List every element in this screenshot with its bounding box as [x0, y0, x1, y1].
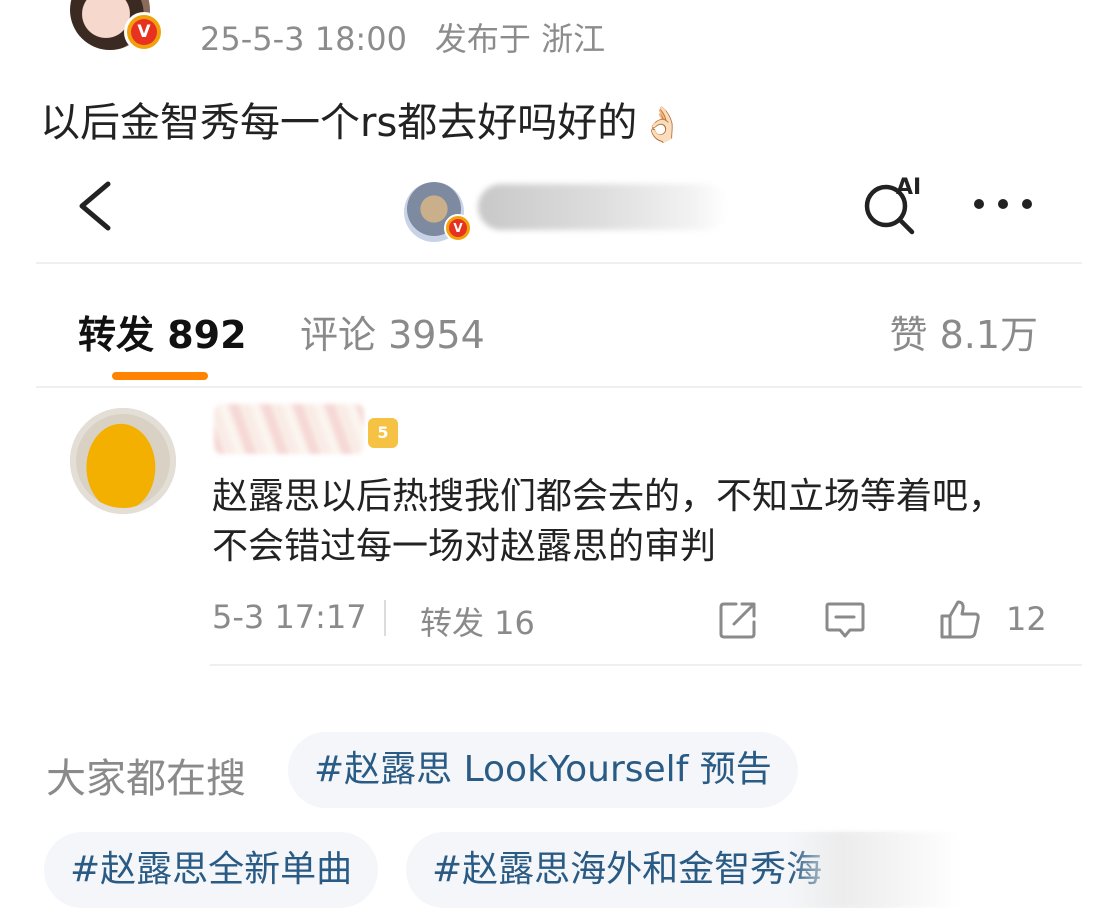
- repost-count-button[interactable]: 转发 16: [420, 598, 535, 644]
- trending-label: 大家都在搜: [46, 756, 246, 802]
- post-location: 发布于 浙江: [434, 20, 606, 58]
- blurred-chip-overlay: [790, 832, 960, 908]
- like-count: 12: [1006, 600, 1047, 638]
- trending-chip[interactable]: #赵露思 LookYourself 预告: [288, 732, 798, 808]
- verified-badge-letter: V: [131, 19, 157, 45]
- repost-text: 赵露思以后热搜我们都会去的，不知立场等着吧，不会错过每一场对赵露思的审判: [212, 476, 1005, 567]
- divider: [36, 262, 1082, 264]
- tab-likes[interactable]: 赞 8.1万: [889, 304, 1038, 359]
- blurred-username: [478, 184, 728, 230]
- post-timestamp: 25-5-3 18:00: [200, 20, 407, 58]
- like-icon[interactable]: [938, 598, 982, 640]
- tab-reposts[interactable]: 转发 892: [78, 304, 247, 359]
- verified-badge-icon: V: [124, 12, 164, 52]
- post-text: 以后金智秀每一个rs都去好吗好的 👌🏻: [40, 90, 684, 148]
- divider: [210, 664, 1082, 666]
- ok-hand-emoji: 👌🏻: [641, 105, 684, 145]
- comment-icon[interactable]: [824, 600, 866, 640]
- tab-comments[interactable]: 评论 3954: [300, 304, 485, 359]
- ai-label: AI: [896, 175, 921, 200]
- reposter-avatar[interactable]: [70, 408, 176, 514]
- post-meta: 25-5-3 18:00 发布于 浙江: [200, 14, 605, 60]
- verified-badge-letter: V: [449, 219, 467, 237]
- more-dots-icon[interactable]: [970, 192, 1036, 216]
- share-icon[interactable]: [718, 600, 758, 640]
- level-badge-icon: 5: [368, 418, 398, 448]
- blurred-reposter-name: [214, 404, 364, 454]
- active-tab-indicator: [112, 372, 208, 380]
- divider: [36, 386, 1082, 388]
- chevron-left-icon[interactable]: [70, 178, 120, 234]
- trending-chip[interactable]: #赵露思全新单曲: [44, 832, 379, 908]
- repost-time: 5-3 17:17: [212, 598, 367, 636]
- separator: [384, 600, 386, 636]
- verified-badge-icon: V: [444, 214, 472, 242]
- post-text-body: 以后金智秀每一个rs都去好吗好的: [40, 100, 638, 146]
- ai-search-icon[interactable]: AI: [860, 170, 930, 236]
